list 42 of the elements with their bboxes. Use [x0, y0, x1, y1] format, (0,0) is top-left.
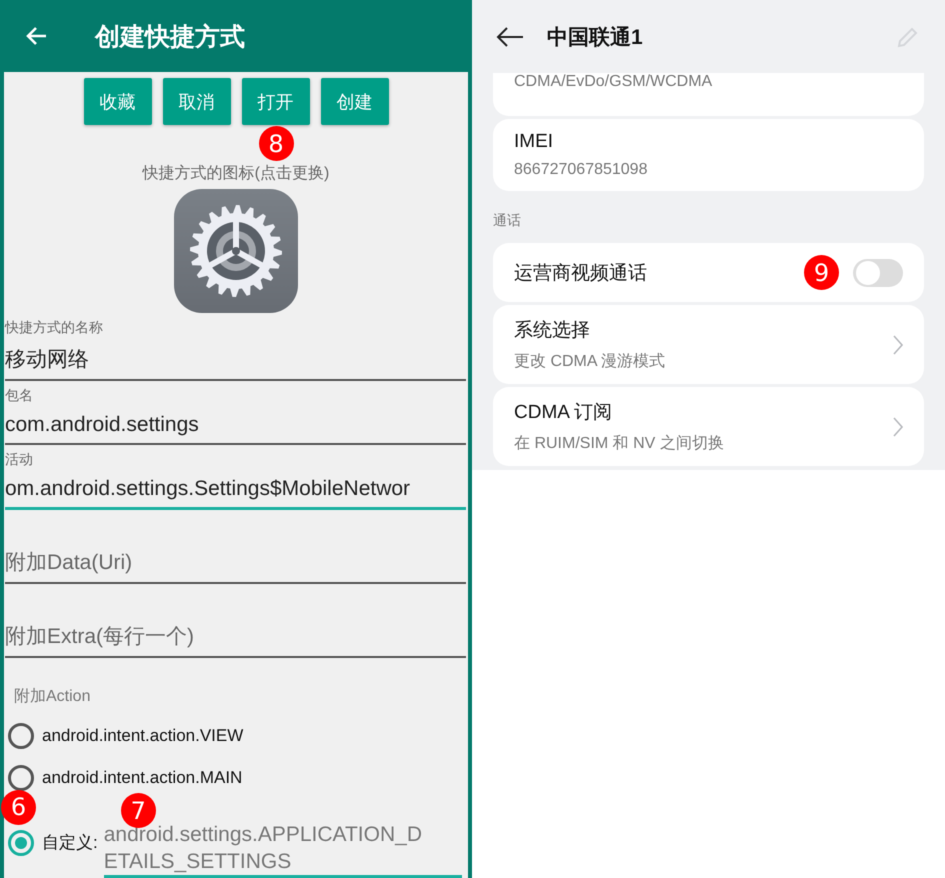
setting-title: CDMA 订阅 [514, 401, 614, 425]
setting-title: 运营商视频通话 [514, 262, 647, 286]
action-button[interactable]: 打开 [242, 78, 310, 125]
radio-button[interactable] [8, 723, 34, 749]
screen-title: 中国联通1 [547, 24, 643, 50]
input-field[interactable]: 附加Extra(每行一个) [5, 614, 466, 658]
input-field[interactable]: com.android.settings [5, 405, 466, 445]
field-label: 快捷方式的名称 [5, 319, 104, 337]
chevron-icon [893, 416, 903, 436]
chevron-icon [893, 334, 903, 354]
action-button[interactable]: 取消 [162, 78, 230, 125]
number-badge: 6 [1, 790, 36, 824]
action-button[interactable]: 创建 [320, 78, 388, 125]
section-label: 通话 [493, 211, 522, 230]
settings-gear-icon[interactable] [174, 189, 298, 313]
number-badge: 8 [258, 126, 294, 161]
setting-row[interactable]: 运营商视频通话 9 [493, 243, 924, 302]
screen-title: 创建快捷方式 [95, 22, 245, 52]
setting-description: 更改 CDMA 漫游模式 [514, 352, 666, 372]
radio-label: android.intent.action.MAIN [42, 768, 242, 788]
action-button[interactable]: 收藏 [84, 78, 152, 125]
setting-title: IMEI [514, 131, 554, 153]
section-label: 附加Action [14, 686, 92, 707]
setting-description: 在 RUIM/SIM 和 NV 之间切换 [514, 434, 724, 454]
back-icon[interactable] [495, 24, 525, 48]
icon-caption: 快捷方式的图标(点击更换) [141, 164, 330, 184]
setting-value: CDMA/EvDo/GSM/WCDMA [514, 73, 714, 91]
setting-value: 866727067851098 [514, 161, 648, 179]
radio-label: 自定义: [42, 832, 98, 854]
number-badge: 7 [120, 793, 156, 828]
radio-button[interactable] [8, 830, 34, 856]
radio-label: android.intent.action.VIEW [42, 726, 244, 746]
number-badge: 9 [804, 255, 839, 290]
toggle-switch[interactable] [853, 258, 903, 286]
setting-title: 系统选择 [514, 319, 591, 343]
input-field[interactable]: 移动网络 [5, 337, 466, 381]
field-label: 活动 [5, 451, 34, 469]
field-label: 包名 [5, 387, 34, 405]
input-field[interactable]: om.android.settings.Settings$MobileNetwor [5, 469, 466, 510]
setting-row[interactable]: CDMA 订阅 在 RUIM/SIM 和 NV 之间切换 [493, 387, 924, 466]
setting-row[interactable]: 系统选择 更改 CDMA 漫游模式 [493, 305, 924, 384]
input-field[interactable]: 附加Data(Uri) [5, 540, 466, 584]
